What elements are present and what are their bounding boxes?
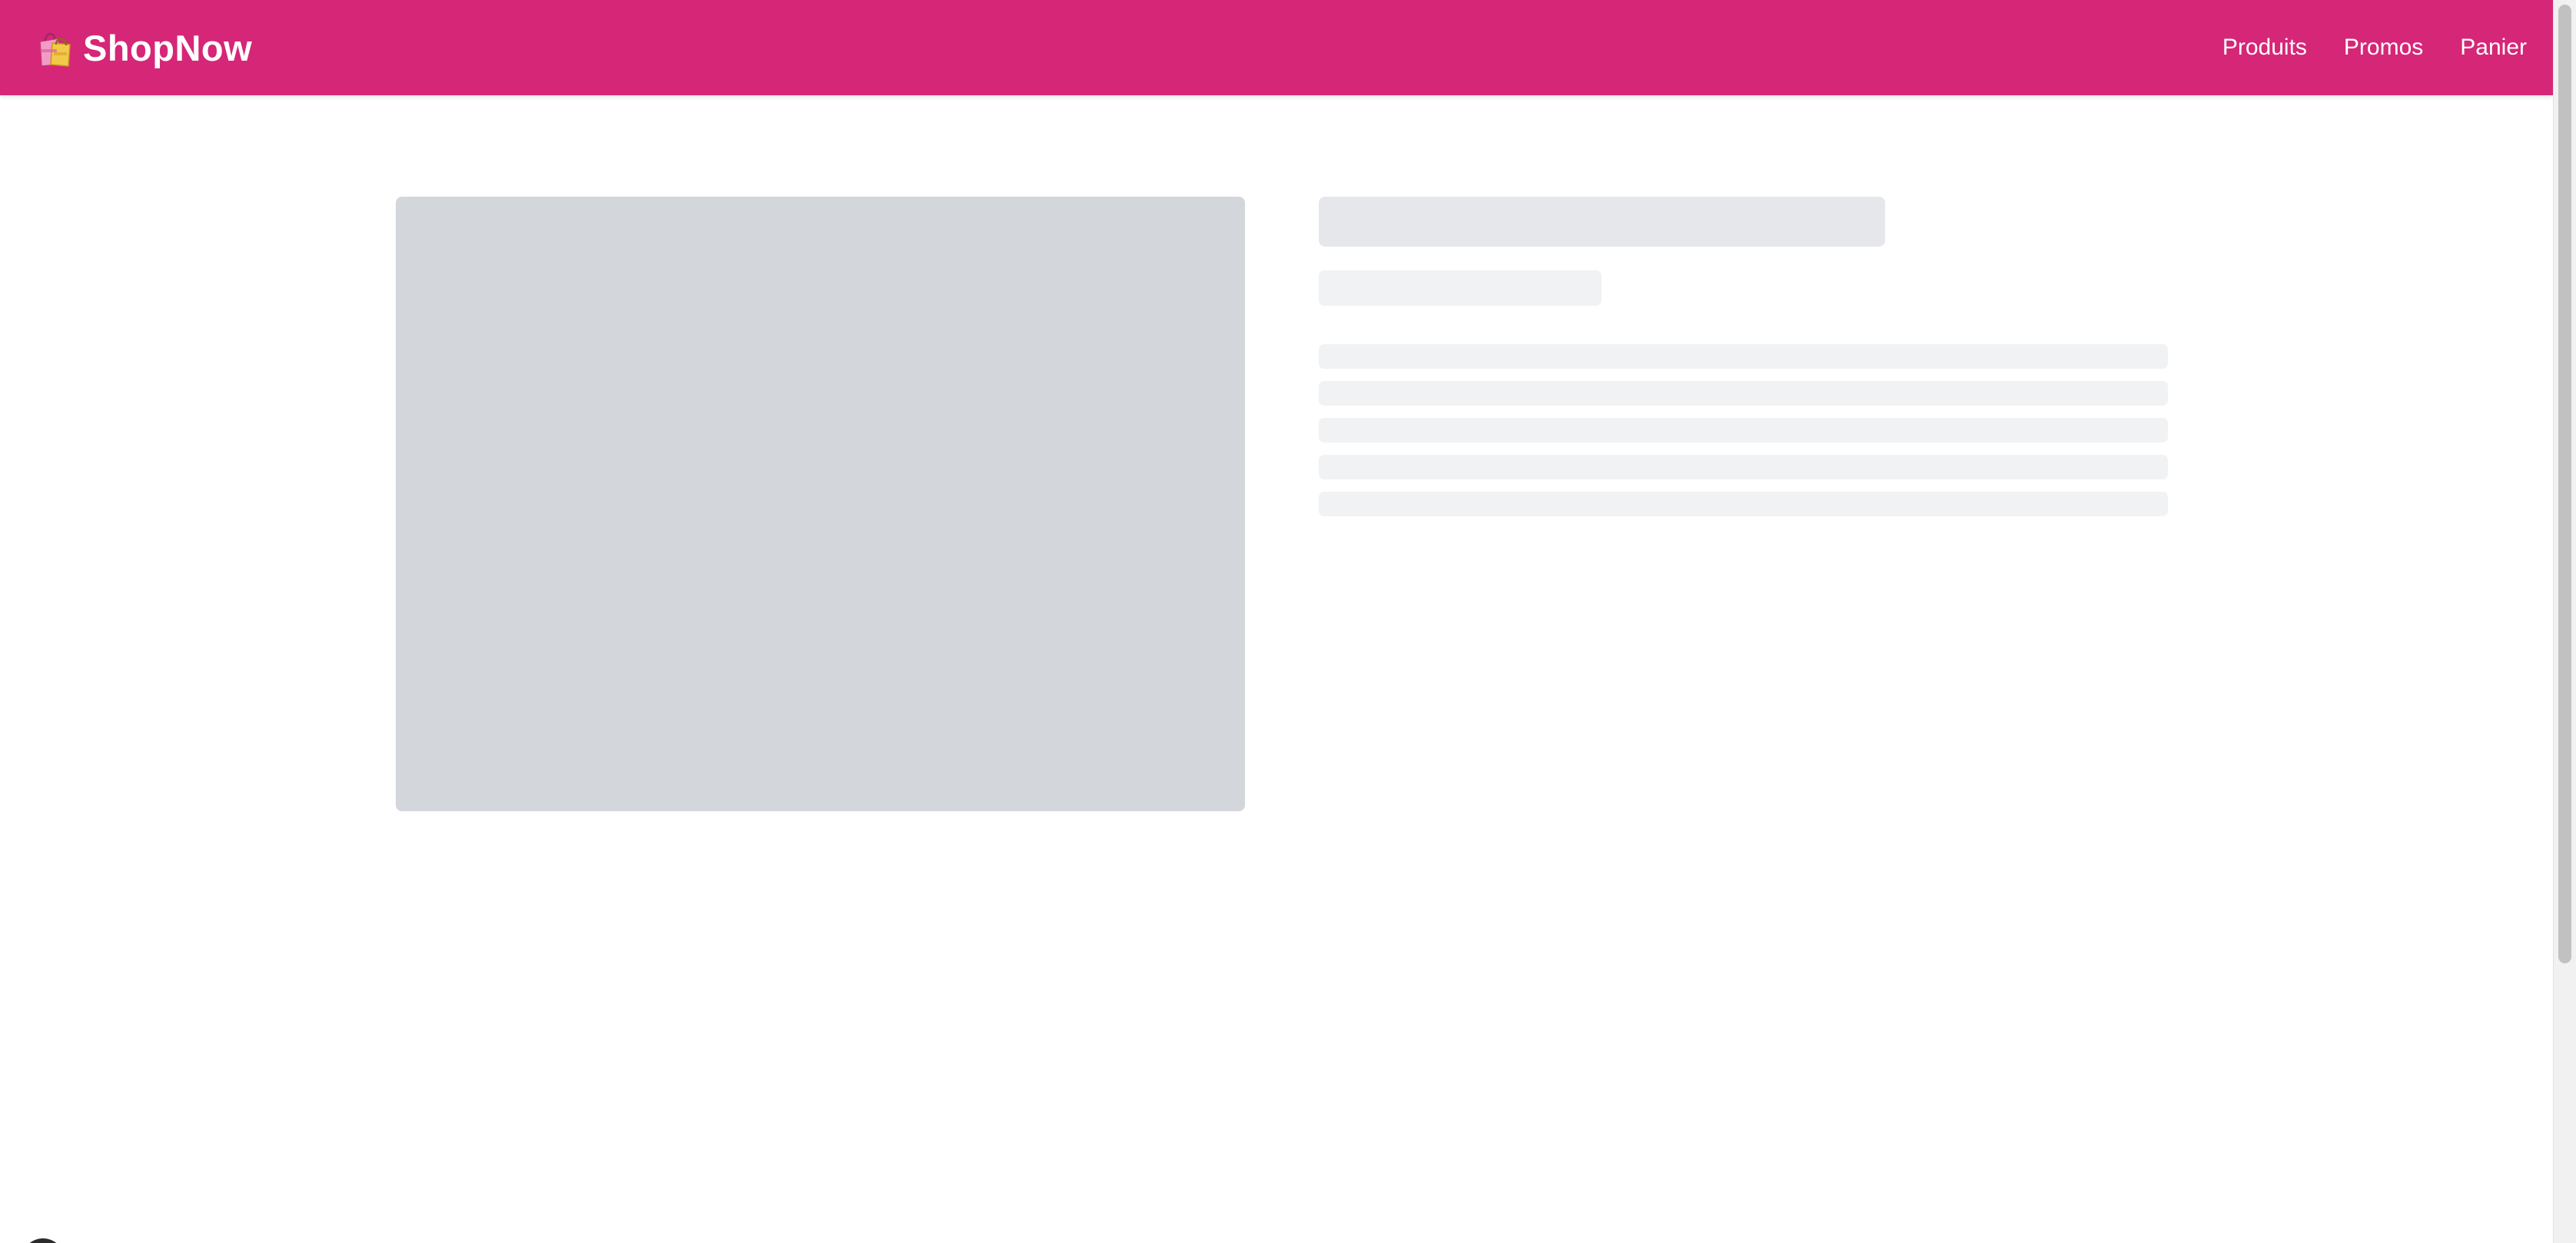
product-detail-loading <box>396 197 2168 811</box>
description-line-placeholder <box>1319 455 2168 479</box>
brand-logo-link[interactable]: ShopNow <box>35 27 252 69</box>
brand-name: ShopNow <box>83 27 253 68</box>
browser-viewport: ShopNow Produits Promos Panier <box>0 0 2553 1243</box>
vertical-scrollbar[interactable] <box>2553 0 2576 1243</box>
product-image-placeholder <box>396 197 1245 811</box>
nav-link-promos[interactable]: Promos <box>2344 35 2423 61</box>
scrollbar-thumb[interactable] <box>2558 5 2571 963</box>
nav-link-produits[interactable]: Produits <box>2222 35 2307 61</box>
nav-link-panier[interactable]: Panier <box>2460 35 2527 61</box>
description-line-placeholder <box>1319 381 2168 406</box>
chat-bubble-icon[interactable] <box>22 1238 65 1243</box>
page: ShopNow Produits Promos Panier <box>0 0 2576 1243</box>
description-line-placeholder <box>1319 492 2168 516</box>
site-header: ShopNow Produits Promos Panier <box>0 0 2553 95</box>
description-line-placeholder <box>1319 418 2168 443</box>
main-nav: Produits Promos Panier <box>2186 35 2527 61</box>
product-title-placeholder <box>1319 197 1885 247</box>
description-line-placeholder <box>1319 344 2168 369</box>
shopping-bags-icon <box>35 28 74 68</box>
product-price-placeholder <box>1319 270 1602 306</box>
